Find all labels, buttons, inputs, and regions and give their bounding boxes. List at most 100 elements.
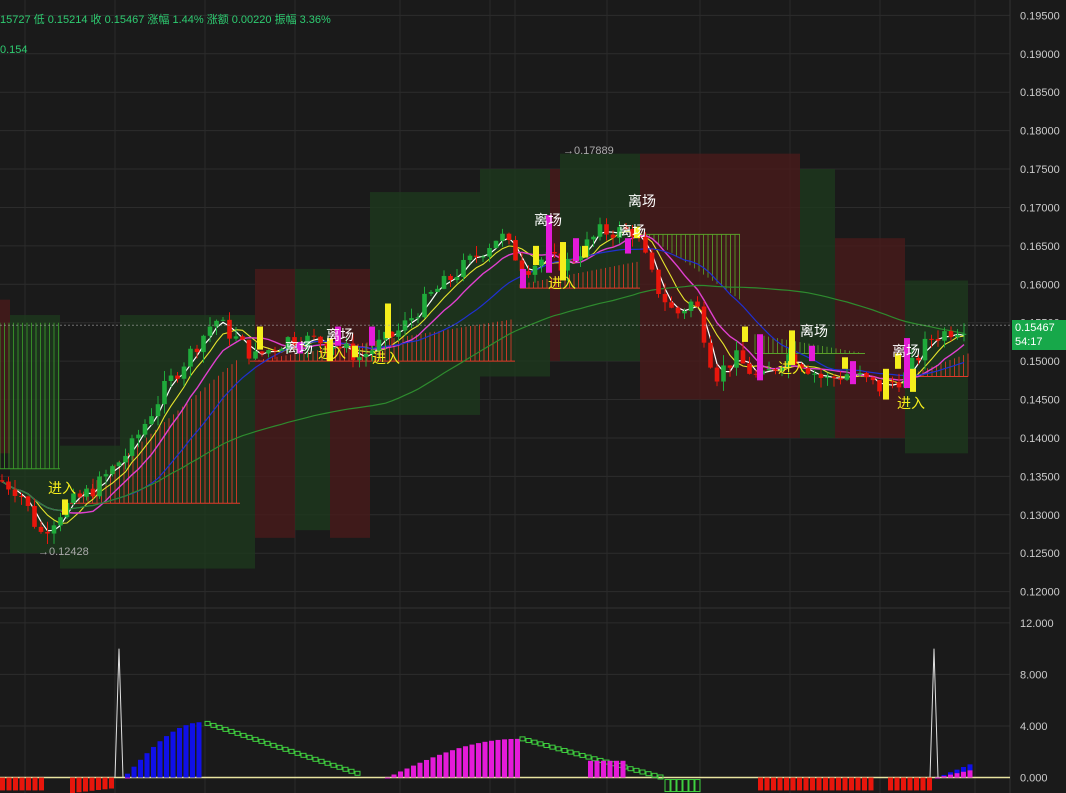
signal-bar — [352, 345, 358, 358]
sub-bar — [620, 760, 626, 778]
zone-band — [800, 169, 835, 438]
sub-bar — [803, 777, 809, 791]
sub-tick-label: 0.000 — [1020, 773, 1048, 785]
sub-bar-hollow — [645, 771, 652, 777]
indicator-value: 0.154 — [0, 44, 28, 56]
candle-body — [526, 271, 531, 275]
price-tick-label: 0.12500 — [1020, 548, 1060, 560]
sub-bar — [614, 760, 619, 778]
sub-bar-hollow — [246, 734, 253, 740]
candle-body — [597, 224, 603, 237]
sub-bar-hollow — [264, 740, 271, 746]
candle-body — [935, 338, 941, 341]
enter-signal-label: 进入 — [778, 361, 806, 377]
enter-signal-label: 进入 — [372, 351, 400, 367]
sub-bar — [19, 777, 25, 791]
candle-body — [201, 335, 206, 353]
signal-bar — [62, 499, 68, 515]
candle-body — [175, 375, 180, 379]
candle-body — [376, 339, 382, 351]
candle-body — [500, 233, 505, 241]
sub-bar — [954, 773, 960, 778]
candle-body — [396, 330, 401, 337]
sub-bar-hollow — [312, 756, 319, 762]
candle-body — [415, 317, 421, 319]
price-tick-label: 0.16000 — [1020, 279, 1060, 291]
sub-bar — [450, 750, 455, 778]
price-tick-label: 0.12000 — [1020, 587, 1060, 599]
sub-bar — [797, 777, 802, 791]
candle-body — [805, 368, 811, 374]
sub-bar-hollow — [324, 760, 331, 766]
candle-body — [0, 480, 5, 482]
candle-body — [168, 375, 174, 381]
sub-bar-hollow — [348, 768, 355, 774]
sub-bar-hollow — [354, 770, 361, 776]
candle-body — [84, 488, 89, 497]
candle-body — [864, 373, 869, 378]
candle-body — [32, 505, 37, 527]
candle-body — [721, 365, 726, 382]
candle-body — [877, 380, 882, 392]
candle-body — [103, 474, 109, 477]
candle-body — [188, 348, 193, 367]
sub-bar-hollow — [591, 756, 598, 762]
candle-body — [929, 338, 934, 340]
candle-body — [77, 493, 83, 497]
candle-body — [441, 275, 447, 289]
candle-body — [357, 357, 362, 361]
zone-band — [560, 153, 640, 362]
sub-bar — [855, 777, 861, 791]
sub-bar — [790, 777, 796, 791]
candle-body — [688, 301, 694, 311]
candle-body — [552, 252, 557, 254]
sub-bar — [0, 777, 5, 791]
price-tick-label: 0.14000 — [1020, 433, 1060, 445]
candle-body — [610, 234, 616, 238]
sub-bar — [868, 777, 874, 791]
sub-bar — [495, 739, 501, 778]
sub-bar — [594, 760, 600, 778]
candle-body — [149, 416, 154, 424]
candle-body — [844, 374, 850, 380]
signal-bar — [883, 368, 889, 400]
sub-bar — [83, 777, 88, 792]
exit-signal-label: 离场 — [534, 212, 562, 229]
signal-bar — [369, 326, 375, 346]
sub-bar — [190, 723, 195, 778]
sub-bar-hollow — [688, 779, 695, 793]
sub-bar-hollow — [204, 720, 211, 726]
signal-bar — [257, 326, 263, 350]
signal-bar — [560, 242, 566, 281]
sub-bar — [758, 777, 763, 791]
sub-bar-hollow — [579, 752, 586, 758]
candle-body — [155, 404, 161, 417]
sub-bar — [810, 777, 815, 791]
candle-body — [435, 288, 440, 292]
sub-bar-hollow — [531, 739, 538, 745]
candle-body — [955, 334, 960, 338]
zone-band — [295, 268, 330, 531]
candle-body — [467, 255, 473, 260]
sub-bar-hollow — [664, 779, 671, 793]
candle-body — [181, 366, 187, 379]
sub-bar — [398, 771, 403, 778]
sub-bar-hollow — [567, 749, 574, 755]
sub-bar — [771, 777, 776, 791]
candle-body — [136, 434, 141, 439]
sub-bar — [109, 777, 114, 789]
sub-bar — [26, 777, 31, 791]
sub-bar-hollow — [573, 751, 580, 757]
sub-bar — [437, 754, 442, 778]
signal-bar — [533, 245, 539, 266]
sub-bar — [888, 777, 893, 791]
candle-body — [701, 306, 707, 343]
sub-bar — [836, 777, 841, 791]
sub-bar-hollow — [670, 779, 677, 793]
sub-bar — [907, 777, 913, 791]
sub-bar — [849, 777, 854, 791]
signal-bar — [910, 368, 916, 392]
candle-body — [246, 339, 252, 359]
peak-line — [114, 648, 124, 778]
sub-bar — [164, 736, 169, 778]
